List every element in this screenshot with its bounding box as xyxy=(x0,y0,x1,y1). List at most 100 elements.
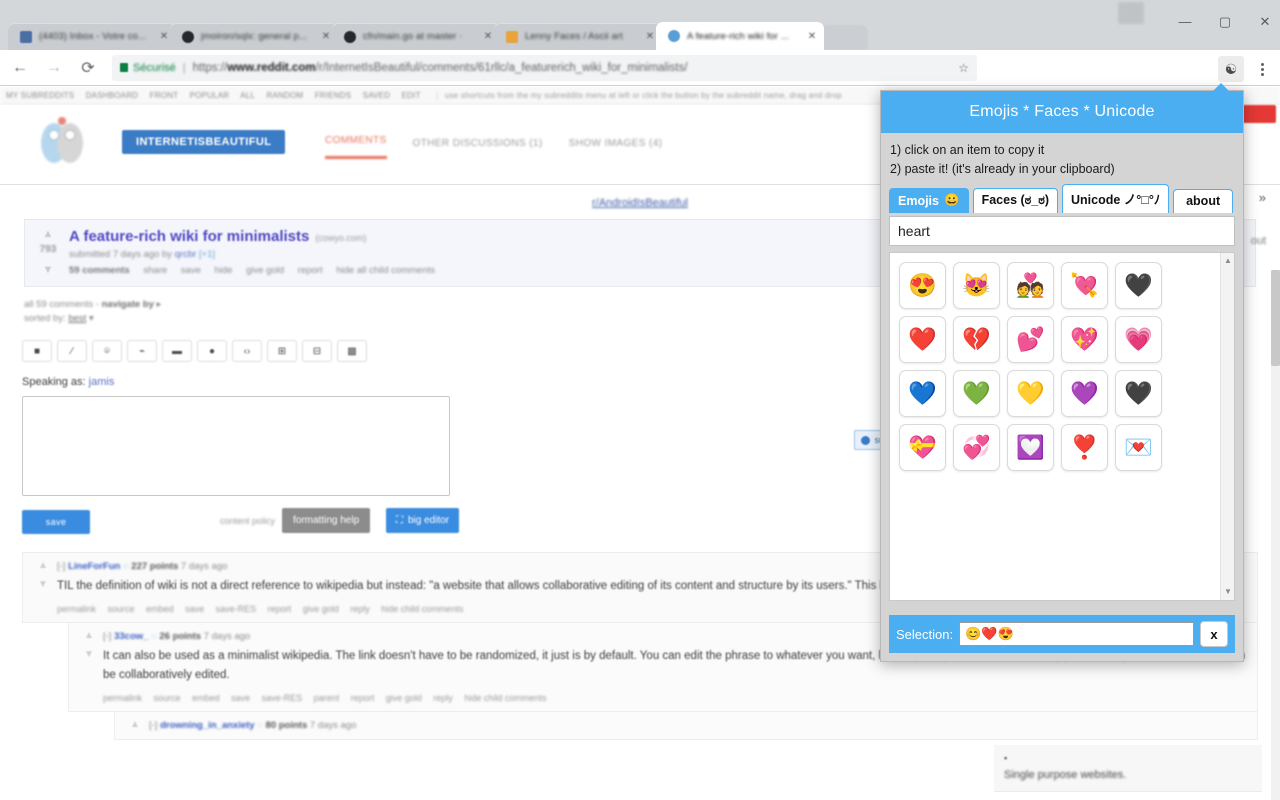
topnav-item[interactable]: DASHBOARD xyxy=(86,91,147,100)
browser-tab[interactable]: cfn/main.go at master · ✕ xyxy=(332,23,500,50)
emoji-cell[interactable]: 💞 xyxy=(953,424,1000,471)
emoji-grid-scrollbar[interactable]: ▲ ▼ xyxy=(1220,253,1234,600)
topnav-item[interactable]: FRIENDS xyxy=(315,91,361,100)
page-scrollbar[interactable] xyxy=(1271,270,1280,800)
emoji-cell[interactable]: 🖤 xyxy=(1115,370,1162,417)
comment-give-gold[interactable]: give gold xyxy=(386,693,422,703)
emoji-cell[interactable]: 💚 xyxy=(953,370,1000,417)
topnav-item[interactable]: RANDOM xyxy=(267,91,313,100)
big-editor-button[interactable]: ⛶ big editor xyxy=(386,508,460,533)
italic-icon[interactable]: ∕ xyxy=(57,340,87,362)
spoiler-icon[interactable]: ▩ xyxy=(337,340,367,362)
tab-close-icon[interactable]: ✕ xyxy=(320,31,332,42)
formatting-help-button[interactable]: formatting help xyxy=(282,508,371,533)
emoji-cell[interactable]: ❣️ xyxy=(1061,424,1108,471)
post-save-link[interactable]: save xyxy=(181,265,201,276)
list-item[interactable]: ▪ Single purpose websites. xyxy=(994,745,1262,792)
comment-save-res[interactable]: save-RES xyxy=(262,693,303,703)
comment-downvote-icon[interactable]: ▼ xyxy=(83,649,95,660)
comment-author[interactable]: LineForFun xyxy=(68,561,120,572)
topnav-item[interactable]: POPULAR xyxy=(190,91,239,100)
link-icon[interactable]: ⌁ xyxy=(127,340,157,362)
topnav-item[interactable]: FRONT xyxy=(150,91,188,100)
tab-about[interactable]: about xyxy=(1173,189,1234,213)
emoji-cell[interactable]: 💛 xyxy=(1007,370,1054,417)
reload-button[interactable]: ⟳ xyxy=(74,54,102,82)
collapse-toggle[interactable]: [-] xyxy=(57,561,65,572)
post-title[interactable]: A feature-rich wiki for minimalists xyxy=(69,228,309,245)
scrollbar-thumb[interactable] xyxy=(1271,270,1280,366)
tab-close-icon[interactable]: ✕ xyxy=(158,31,170,42)
emoji-cell[interactable]: 💙 xyxy=(899,370,946,417)
comment-upvote-icon[interactable]: ▲ xyxy=(37,560,49,571)
topnav-item[interactable]: MY SUBREDDITS xyxy=(6,91,83,100)
code-icon[interactable]: ‹› xyxy=(232,340,262,362)
emoji-cell[interactable]: 🖤 xyxy=(1115,262,1162,309)
content-policy-link[interactable]: content policy xyxy=(220,516,275,526)
minimize-button[interactable]: — xyxy=(1178,15,1192,29)
save-button[interactable]: save xyxy=(22,510,90,534)
comment-source[interactable]: source xyxy=(108,604,135,614)
address-bar[interactable]: Sécurisé | https://www.reddit.com/r/Inte… xyxy=(112,54,977,81)
emoji-cell[interactable]: 💜 xyxy=(1061,370,1108,417)
emoji-cell[interactable]: 💖 xyxy=(1061,316,1108,363)
comment-save[interactable]: save xyxy=(185,604,204,614)
emoji-cell[interactable]: 💗 xyxy=(1115,316,1162,363)
search-input[interactable] xyxy=(889,216,1235,246)
emoji-cell[interactable]: 😻 xyxy=(953,262,1000,309)
quote-icon[interactable]: ▬ xyxy=(162,340,192,362)
comment-hide-child[interactable]: hide child comments xyxy=(464,693,546,703)
topnav-item[interactable]: EDIT xyxy=(402,91,430,100)
all-comments-label[interactable]: all 59 comments xyxy=(24,299,93,310)
emoji-cell[interactable]: 💘 xyxy=(1061,262,1108,309)
comment-upvote-icon[interactable]: ▲ xyxy=(129,719,141,730)
emoji-cell[interactable]: 💔 xyxy=(953,316,1000,363)
tab-close-icon[interactable]: ✕ xyxy=(482,31,494,42)
downvote-icon[interactable]: ▼ xyxy=(41,264,55,276)
speaking-as-user[interactable]: jamis xyxy=(89,376,115,388)
topnav-item[interactable]: SAVED xyxy=(363,91,400,100)
emoji-cell[interactable]: 😍 xyxy=(899,262,946,309)
bookmark-star-icon[interactable]: ☆ xyxy=(958,61,969,75)
emoji-cell[interactable]: 💑 xyxy=(1007,262,1054,309)
navigate-by-label[interactable]: navigate by xyxy=(102,299,154,310)
expand-chevron-icon[interactable]: » xyxy=(1259,190,1266,205)
post-author[interactable]: qrcbr xyxy=(175,249,197,260)
emoji-cell[interactable]: 💝 xyxy=(899,424,946,471)
comment-author[interactable]: drowning_in_anxiety xyxy=(160,720,255,731)
post-share-link[interactable]: share xyxy=(143,265,167,276)
emoji-cell[interactable]: 💟 xyxy=(1007,424,1054,471)
comment-reply[interactable]: reply xyxy=(433,693,453,703)
comment-save-res[interactable]: save-RES xyxy=(216,604,257,614)
comment-upvote-icon[interactable]: ▲ xyxy=(83,630,95,641)
scroll-down-icon[interactable]: ▼ xyxy=(1223,587,1233,597)
close-window-button[interactable]: ✕ xyxy=(1258,15,1272,29)
post-domain[interactable]: (cowyo.com) xyxy=(315,233,366,243)
comment-report[interactable]: report xyxy=(351,693,375,703)
comment-textarea[interactable] xyxy=(22,396,450,496)
forward-button[interactable]: → xyxy=(40,54,68,82)
post-hide-link[interactable]: hide xyxy=(215,265,233,276)
comment-report[interactable]: report xyxy=(268,604,292,614)
scroll-up-icon[interactable]: ▲ xyxy=(1223,256,1233,266)
post-report-link[interactable]: report xyxy=(298,265,323,276)
tab-close-icon[interactable]: ✕ xyxy=(644,31,656,42)
clear-selection-button[interactable]: x xyxy=(1200,621,1228,647)
maximize-button[interactable]: ▢ xyxy=(1218,15,1232,29)
collapse-toggle[interactable]: [-] xyxy=(149,720,157,731)
post-givegold-link[interactable]: give gold xyxy=(246,265,284,276)
tab-other-discussions[interactable]: OTHER DISCUSSIONS (1) xyxy=(413,138,543,159)
post-hideallchild-link[interactable]: hide all child comments xyxy=(336,265,435,276)
strikethrough-icon[interactable]: ⌾ xyxy=(92,340,122,362)
sorted-by-value[interactable]: best xyxy=(68,313,86,324)
emoji-extension-icon[interactable]: ☯ xyxy=(1218,56,1244,82)
collapse-toggle[interactable]: [-] xyxy=(103,631,111,642)
comment-source[interactable]: source xyxy=(154,693,181,703)
tab-close-icon[interactable]: ✕ xyxy=(806,31,818,42)
list-item[interactable]: ▪ Top-level domains. xyxy=(994,792,1262,800)
back-button[interactable]: ← xyxy=(6,54,34,82)
subreddit-badge[interactable]: InternetIsBeautiful xyxy=(122,130,286,154)
comment-permalink[interactable]: permalink xyxy=(57,604,96,614)
tab-show-images[interactable]: SHOW IMAGES (4) xyxy=(569,138,663,159)
tab-emojis[interactable]: Emojis 😀 xyxy=(889,188,969,213)
